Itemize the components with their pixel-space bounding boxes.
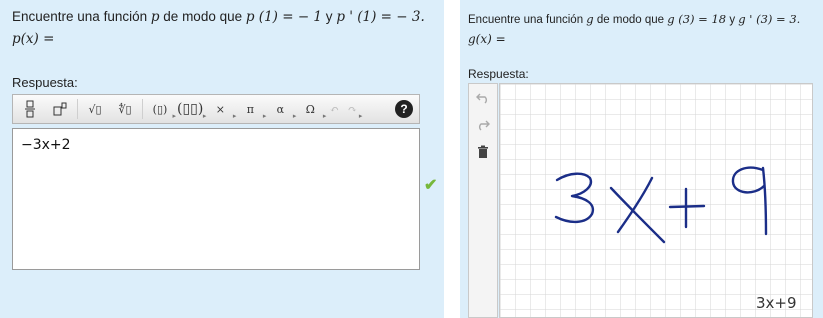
condition-one: p (1) = − 1 — [245, 9, 323, 25]
superscript-icon[interactable] — [47, 97, 73, 121]
left-answer-prompt: p(x) = — [12, 31, 55, 47]
dropdown-caret-icon: ▸ — [202, 112, 207, 120]
dropdown-caret-icon: ▸ — [322, 112, 327, 120]
omega-button[interactable]: Ω ▸ — [297, 97, 327, 121]
dropdown-caret-icon: ▸ — [292, 112, 297, 120]
redo-icon[interactable]: ↷ ▸ — [345, 97, 363, 121]
sqrt-button[interactable]: √▯ — [82, 97, 108, 121]
parentheses-button[interactable]: (▯) ▸ — [147, 97, 176, 121]
condition-two: g ' (3) = 3. — [738, 12, 801, 26]
handwritten-ink — [554, 166, 768, 244]
omega-label: Ω — [305, 102, 315, 116]
toolbar-separator — [77, 99, 78, 119]
answer-value: −3x+2 — [21, 137, 71, 153]
right-answer-prompt: g(x) = — [468, 32, 506, 46]
function-variable: p — [150, 9, 160, 25]
left-response-label: Respuesta: — [12, 75, 78, 90]
dropdown-caret-icon: ▸ — [172, 112, 176, 120]
redo-icon[interactable] — [469, 115, 497, 135]
trash-icon[interactable] — [469, 142, 497, 162]
question-mid: de modo que — [163, 9, 243, 24]
conjunction: y — [729, 14, 736, 26]
question-prefix: Encuentre una función — [12, 9, 148, 24]
nth-root-button[interactable]: ∜▯ — [112, 97, 138, 121]
function-variable: g — [586, 12, 594, 26]
matrix-label: (▯▯) — [177, 101, 204, 117]
matrix-button[interactable]: (▯▯) ▸ — [177, 97, 206, 121]
pi-label: π — [246, 102, 254, 116]
dropdown-caret-icon: ▸ — [358, 112, 363, 120]
dropdown-caret-icon: ▸ — [262, 112, 267, 120]
handwriting-tool-column — [468, 83, 498, 318]
conjunction: y — [325, 9, 333, 24]
handwriting-canvas[interactable] — [499, 83, 813, 318]
alpha-label: α — [276, 102, 285, 116]
undo-icon[interactable]: ↶ — [327, 97, 341, 121]
right-question-text: Encuentre una función g de modo que g (3… — [468, 10, 800, 29]
times-label: × — [215, 102, 225, 116]
question-prefix: Encuentre una función — [468, 14, 584, 26]
correct-check-icon: ✔ — [424, 177, 438, 194]
undo-icon[interactable] — [469, 88, 497, 108]
alpha-button[interactable]: α ▸ — [267, 97, 297, 121]
question-mid: de modo que — [596, 14, 665, 26]
condition-two: p ' (1) = − 3. — [336, 9, 425, 25]
times-button[interactable]: × ▸ — [207, 97, 237, 121]
left-question-text: Encuentre una función p de modo que p (1… — [12, 8, 425, 26]
help-icon[interactable]: ? — [395, 100, 413, 118]
pi-button[interactable]: π ▸ — [237, 97, 267, 121]
parentheses-label: (▯) — [152, 102, 168, 116]
math-toolbar: √▯ ∜▯ (▯) ▸ (▯▯) ▸ × ▸ π ▸ α ▸ Ω ▸ ↶ ↷ ▸ ? — [12, 94, 420, 124]
redo-label: ↷ — [347, 102, 357, 116]
toolbar-separator — [142, 99, 143, 119]
right-response-label: Respuesta: — [468, 67, 529, 81]
condition-one: g (3) = 18 — [667, 12, 727, 26]
dropdown-caret-icon: ▸ — [232, 112, 237, 120]
answer-input[interactable]: −3x+2 — [12, 128, 420, 270]
recognized-result: 3x+9 — [756, 294, 797, 312]
fraction-icon[interactable] — [17, 97, 43, 121]
